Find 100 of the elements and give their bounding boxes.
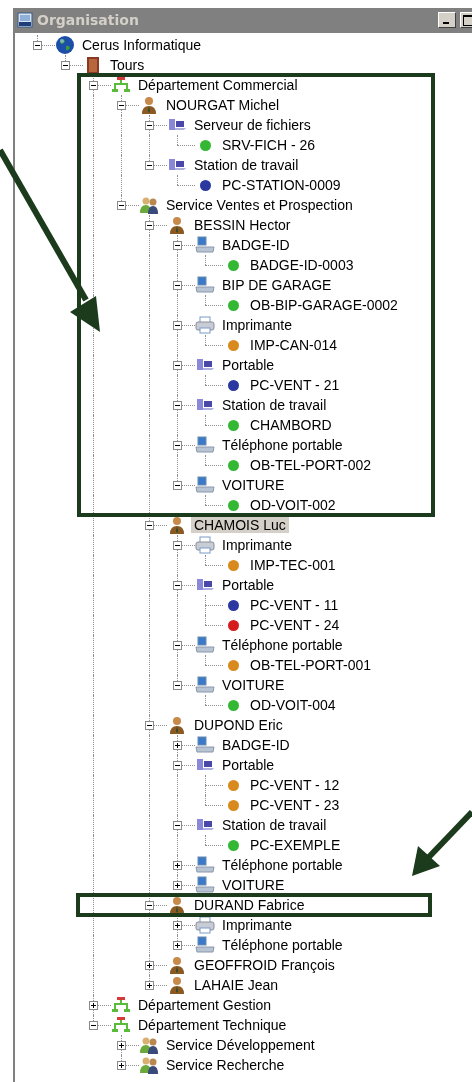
tree-item[interactable]: BESSIN Hector: [191, 217, 294, 233]
tree-item[interactable]: OD-VOIT-004: [247, 697, 339, 713]
collapse-toggle[interactable]: [61, 61, 70, 70]
workstation-icon: [195, 635, 215, 655]
tree-item[interactable]: Service Développement: [163, 1037, 318, 1053]
collapse-toggle[interactable]: [173, 581, 182, 590]
workstation-icon: [195, 855, 215, 875]
tree-item[interactable]: Téléphone portable: [219, 437, 346, 453]
tree-item[interactable]: Téléphone portable: [219, 857, 346, 873]
collapse-toggle[interactable]: [173, 241, 182, 250]
tree-item[interactable]: Département Technique: [135, 1017, 290, 1033]
collapse-toggle[interactable]: [145, 521, 154, 530]
tree-item[interactable]: Cerus Informatique: [79, 37, 205, 53]
collapse-toggle[interactable]: [173, 761, 182, 770]
collapse-toggle[interactable]: [173, 401, 182, 410]
expand-toggle[interactable]: [173, 861, 182, 870]
tree-item[interactable]: BIP DE GARAGE: [219, 277, 335, 293]
tree-item[interactable]: Département Commercial: [135, 77, 301, 93]
workstation-icon: [195, 675, 215, 695]
tree-item[interactable]: PC-EXEMPLE: [247, 837, 344, 853]
tree-item[interactable]: Portable: [219, 357, 278, 373]
collapse-toggle[interactable]: [173, 481, 182, 490]
tree-item[interactable]: OD-VOIT-002: [247, 497, 339, 513]
collapse-toggle[interactable]: [173, 321, 182, 330]
person-icon: [167, 975, 187, 995]
collapse-toggle[interactable]: [117, 101, 126, 110]
tree-item[interactable]: Imprimante: [219, 917, 296, 933]
collapse-toggle[interactable]: [117, 201, 126, 210]
workstation-icon: [195, 275, 215, 295]
tree-item[interactable]: DUPOND Eric: [191, 717, 286, 733]
tree-item[interactable]: Service Ventes et Prospection: [163, 197, 356, 213]
people-icon: [139, 1055, 159, 1075]
expand-toggle[interactable]: [173, 941, 182, 950]
tree-item[interactable]: BADGE-ID: [219, 237, 293, 253]
maximize-button[interactable]: [460, 12, 472, 28]
expand-toggle[interactable]: [145, 981, 154, 990]
person-icon: [167, 715, 187, 735]
tree-item[interactable]: Serveur de fichiers: [191, 117, 314, 133]
tree-item[interactable]: OB-TEL-PORT-002: [247, 457, 375, 473]
tree-item[interactable]: Tours: [107, 57, 148, 73]
tree-item[interactable]: Station de travail: [219, 397, 330, 413]
tree-item[interactable]: PC-STATION-0009: [219, 177, 344, 193]
tree-item[interactable]: BADGE-ID: [219, 737, 293, 753]
minimize-button[interactable]: [438, 12, 456, 28]
collapse-toggle[interactable]: [173, 821, 182, 830]
collapse-toggle[interactable]: [145, 121, 154, 130]
collapse-toggle[interactable]: [173, 541, 182, 550]
workstation-icon: [195, 735, 215, 755]
collapse-toggle[interactable]: [145, 221, 154, 230]
tree-item[interactable]: Département Gestion: [135, 997, 275, 1013]
tree-item[interactable]: VOITURE: [219, 877, 288, 893]
expand-toggle[interactable]: [117, 1041, 126, 1050]
tree-item[interactable]: CHAMBORD: [247, 417, 335, 433]
tree-item[interactable]: Station de travail: [191, 157, 302, 173]
tree-item[interactable]: VOITURE: [219, 477, 288, 493]
collapse-toggle[interactable]: [173, 361, 182, 370]
collapse-toggle[interactable]: [33, 41, 42, 50]
people-icon: [139, 195, 159, 215]
tree-item[interactable]: PC-VENT - 21: [247, 377, 343, 393]
tree-item[interactable]: PC-VENT - 12: [247, 777, 343, 793]
tree-item[interactable]: Station de travail: [219, 817, 330, 833]
tree-item[interactable]: DURAND Fabrice: [191, 897, 308, 913]
collapse-toggle[interactable]: [89, 81, 98, 90]
expand-toggle[interactable]: [117, 1061, 126, 1070]
collapse-toggle[interactable]: [173, 681, 182, 690]
collapse-toggle[interactable]: [145, 721, 154, 730]
tree-item[interactable]: Téléphone portable: [219, 637, 346, 653]
tree-item[interactable]: LAHAIE Jean: [191, 977, 282, 993]
collapse-toggle[interactable]: [173, 441, 182, 450]
expand-toggle[interactable]: [173, 741, 182, 750]
tree-item[interactable]: OB-TEL-PORT-001: [247, 657, 375, 673]
tree-item[interactable]: GEOFFROID François: [191, 957, 338, 973]
collapse-toggle[interactable]: [145, 161, 154, 170]
tree-item[interactable]: VOITURE: [219, 677, 288, 693]
tree-item[interactable]: SRV-FICH - 26: [219, 137, 319, 153]
expand-toggle[interactable]: [173, 881, 182, 890]
tree-item[interactable]: Portable: [219, 757, 278, 773]
tree-item[interactable]: Imprimante: [219, 317, 296, 333]
tree-item[interactable]: Service Recherche: [163, 1057, 288, 1073]
expand-toggle[interactable]: [173, 921, 182, 930]
tree-item[interactable]: NOURGAT Michel: [163, 97, 283, 113]
tree-item[interactable]: PC-VENT - 23: [247, 797, 343, 813]
collapse-toggle[interactable]: [173, 281, 182, 290]
person-icon: [139, 95, 159, 115]
collapse-toggle[interactable]: [145, 901, 154, 910]
expand-toggle[interactable]: [89, 1001, 98, 1010]
tree-item[interactable]: BADGE-ID-0003: [247, 257, 357, 273]
tree-item[interactable]: Portable: [219, 577, 278, 593]
person-icon: [167, 955, 187, 975]
tree-item[interactable]: PC-VENT - 11: [247, 597, 342, 613]
collapse-toggle[interactable]: [173, 641, 182, 650]
tree-item[interactable]: IMP-TEC-001: [247, 557, 339, 573]
collapse-toggle[interactable]: [89, 1021, 98, 1030]
tree-item[interactable]: IMP-CAN-014: [247, 337, 341, 353]
tree-item[interactable]: OB-BIP-GARAGE-0002: [247, 297, 401, 313]
expand-toggle[interactable]: [145, 961, 154, 970]
tree-item[interactable]: CHAMOIS Luc: [191, 517, 289, 533]
tree-item[interactable]: Téléphone portable: [219, 937, 346, 953]
tree-item[interactable]: PC-VENT - 24: [247, 617, 343, 633]
tree-item[interactable]: Imprimante: [219, 537, 296, 553]
